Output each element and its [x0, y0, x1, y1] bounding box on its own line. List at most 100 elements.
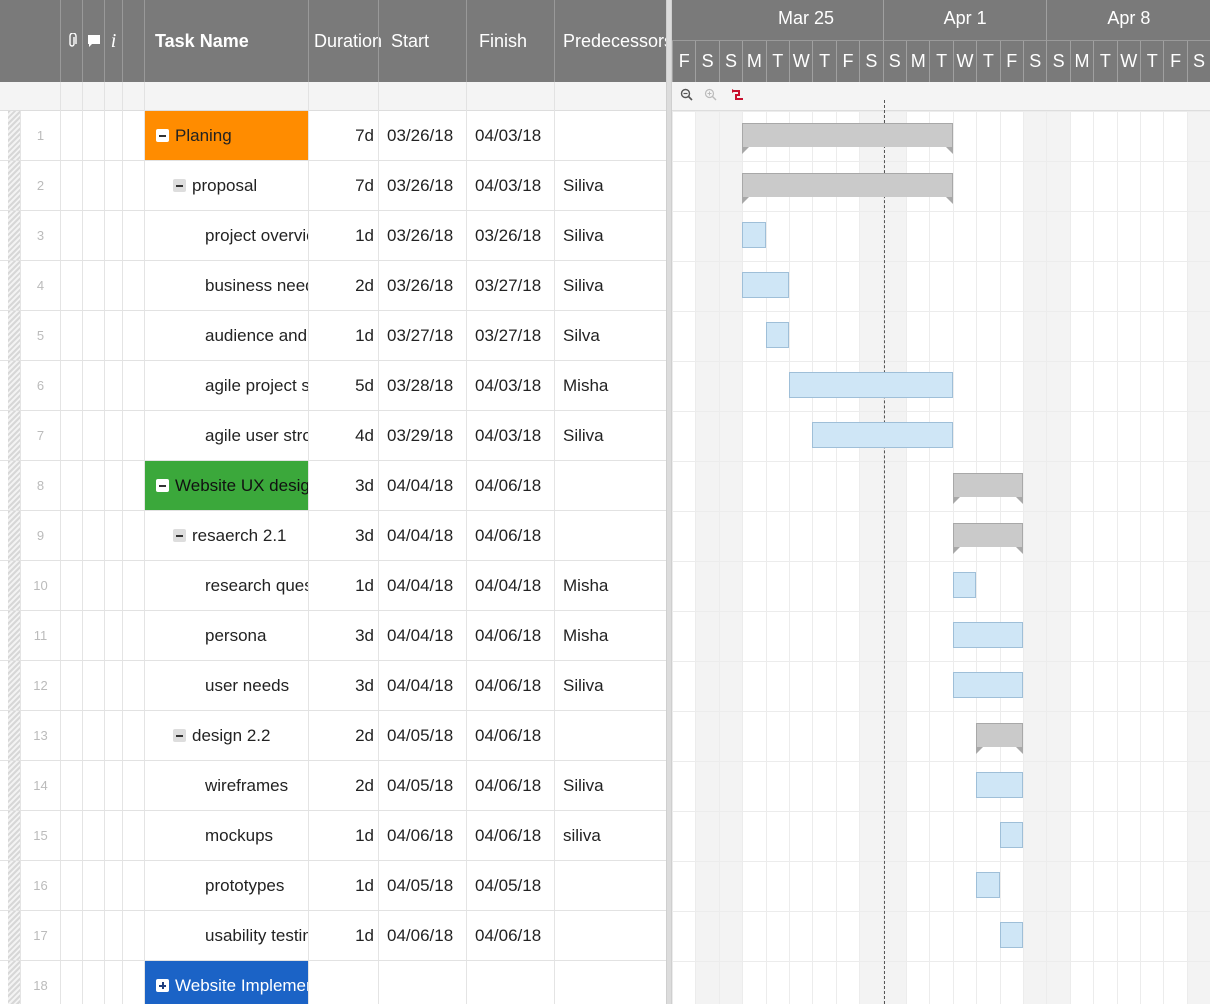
task-row[interactable]: 1 Planing 7d 03/26/18 04/03/18 [0, 111, 666, 161]
task-row[interactable]: 11 persona 3d 04/04/18 04/06/18 Misha [0, 611, 666, 661]
start-date-cell[interactable]: 03/26/18 [378, 111, 466, 160]
task-row[interactable]: 10 research quest 1d 04/04/18 04/04/18 Misha [0, 561, 666, 611]
duration-cell[interactable]: 7d [308, 161, 378, 210]
predecessors-cell[interactable] [554, 111, 666, 160]
task-bar[interactable] [952, 572, 977, 598]
task-name-cell[interactable]: mockups [144, 811, 308, 860]
start-date-cell[interactable]: 04/05/18 [378, 861, 466, 910]
finish-date-cell[interactable]: 04/06/18 [466, 461, 554, 510]
summary-bar[interactable] [952, 473, 1024, 504]
row-drag-handle[interactable] [8, 311, 20, 360]
task-row[interactable]: 4 business need 2d 03/26/18 03/27/18 Siliva [0, 261, 666, 311]
task-name-cell[interactable]: project overvie [144, 211, 308, 260]
finish-date-cell[interactable]: 04/06/18 [466, 611, 554, 660]
task-row[interactable]: 6 agile project sc 5d 03/28/18 04/03/18 Misha [0, 361, 666, 411]
header-finish[interactable]: Finish [466, 0, 554, 82]
task-row[interactable]: 5audience and s1d03/27/1803/27/18Silva [0, 311, 666, 361]
task-name-cell[interactable]: design 2.2 [144, 711, 308, 760]
finish-date-cell[interactable]: 04/06/18 [466, 761, 554, 810]
expand-icon[interactable] [156, 979, 169, 992]
duration-cell[interactable]: 3d [308, 611, 378, 660]
task-bar[interactable] [812, 422, 953, 448]
task-name-cell[interactable]: Website UX design [144, 461, 308, 510]
start-date-cell[interactable]: 04/04/18 [378, 461, 466, 510]
predecessors-cell[interactable]: Siliva [554, 261, 666, 310]
task-row[interactable]: 3 project overvie 1d 03/26/18 03/26/18 Siliva [0, 211, 666, 261]
predecessors-cell[interactable]: Misha [554, 611, 666, 660]
task-name-cell[interactable]: usability testing [144, 911, 308, 960]
task-name-cell[interactable]: prototypes [144, 861, 308, 910]
row-drag-handle[interactable] [8, 761, 20, 810]
start-date-cell[interactable]: 04/06/18 [378, 811, 466, 860]
task-name-cell[interactable]: business need [144, 261, 308, 310]
predecessors-cell[interactable]: Silva [554, 311, 666, 360]
row-drag-handle[interactable] [8, 161, 20, 210]
row-drag-handle[interactable] [8, 561, 20, 610]
task-name-cell[interactable]: agile user stroy [144, 411, 308, 460]
collapse-icon[interactable] [173, 729, 186, 742]
predecessors-cell[interactable] [554, 711, 666, 760]
task-name-cell[interactable]: Planing [144, 111, 308, 160]
finish-date-cell[interactable]: 04/03/18 [466, 411, 554, 460]
task-row[interactable]: 13 design 2.2 2d 04/05/18 04/06/18 [0, 711, 666, 761]
task-row[interactable]: 16 prototypes 1d 04/05/18 04/05/18 [0, 861, 666, 911]
task-name-cell[interactable]: wireframes [144, 761, 308, 810]
task-row[interactable]: 12 user needs 3d 04/04/18 04/06/18 Siliva [0, 661, 666, 711]
row-drag-handle[interactable] [8, 911, 20, 960]
finish-date-cell[interactable]: 04/03/18 [466, 111, 554, 160]
duration-cell[interactable]: 7d [308, 111, 378, 160]
duration-cell[interactable]: 4d [308, 411, 378, 460]
start-date-cell[interactable]: 03/26/18 [378, 161, 466, 210]
task-name-cell[interactable]: agile project sc [144, 361, 308, 410]
zoom-in-icon[interactable] [704, 88, 717, 104]
finish-date-cell[interactable]: 04/06/18 [466, 661, 554, 710]
predecessors-cell[interactable] [554, 961, 666, 1004]
predecessors-cell[interactable]: Siliva [554, 761, 666, 810]
summary-bar[interactable] [742, 173, 953, 204]
task-bar[interactable] [765, 322, 789, 348]
header-duration[interactable]: Duration [308, 0, 382, 82]
task-row[interactable]: 15 mockups 1d 04/06/18 04/06/18 siliva [0, 811, 666, 861]
duration-cell[interactable]: 3d [308, 661, 378, 710]
predecessors-cell[interactable]: Siliva [554, 161, 666, 210]
row-drag-handle[interactable] [8, 261, 20, 310]
task-bar[interactable] [976, 872, 1000, 898]
row-drag-handle[interactable] [8, 611, 20, 660]
task-bar[interactable] [952, 672, 1023, 698]
task-row[interactable]: 18 Website Implementa [0, 961, 666, 1004]
row-drag-handle[interactable] [8, 111, 20, 160]
row-drag-handle[interactable] [8, 661, 20, 710]
row-drag-handle[interactable] [8, 361, 20, 410]
duration-cell[interactable]: 2d [308, 261, 378, 310]
paperclip-icon[interactable] [60, 0, 82, 82]
task-row[interactable]: 17usability testing1d04/06/1804/06/18 [0, 911, 666, 961]
predecessors-cell[interactable] [554, 461, 666, 510]
task-bar[interactable] [976, 772, 1023, 798]
predecessors-cell[interactable]: Siliva [554, 661, 666, 710]
duration-cell[interactable]: 1d [308, 911, 378, 960]
task-name-cell[interactable]: proposal [144, 161, 308, 210]
header-predecessors[interactable]: Predecessors [554, 0, 666, 82]
task-row[interactable]: 9 resaerch 2.1 3d 04/04/18 04/06/18 [0, 511, 666, 561]
start-date-cell[interactable]: 04/04/18 [378, 611, 466, 660]
finish-date-cell[interactable]: 04/06/18 [466, 511, 554, 560]
start-date-cell[interactable]: 03/26/18 [378, 211, 466, 260]
finish-date-cell[interactable]: 04/03/18 [466, 361, 554, 410]
start-date-cell[interactable]: 03/29/18 [378, 411, 466, 460]
duration-cell[interactable]: 2d [308, 711, 378, 760]
start-date-cell[interactable]: 03/27/18 [378, 311, 466, 360]
start-date-cell[interactable]: 04/04/18 [378, 661, 466, 710]
collapse-icon[interactable] [173, 529, 186, 542]
start-date-cell[interactable]: 04/05/18 [378, 761, 466, 810]
task-bar[interactable] [789, 372, 953, 398]
start-date-cell[interactable]: 04/06/18 [378, 911, 466, 960]
start-date-cell[interactable]: 04/04/18 [378, 511, 466, 560]
task-row[interactable]: 2 proposal 7d 03/26/18 04/03/18 Siliva [0, 161, 666, 211]
header-task-name[interactable]: Task Name [144, 0, 308, 82]
predecessors-cell[interactable] [554, 511, 666, 560]
predecessors-cell[interactable]: Misha [554, 561, 666, 610]
task-bar[interactable] [742, 272, 789, 298]
start-date-cell[interactable]: 04/05/18 [378, 711, 466, 760]
start-date-cell[interactable]: 03/26/18 [378, 261, 466, 310]
duration-cell[interactable]: 1d [308, 811, 378, 860]
